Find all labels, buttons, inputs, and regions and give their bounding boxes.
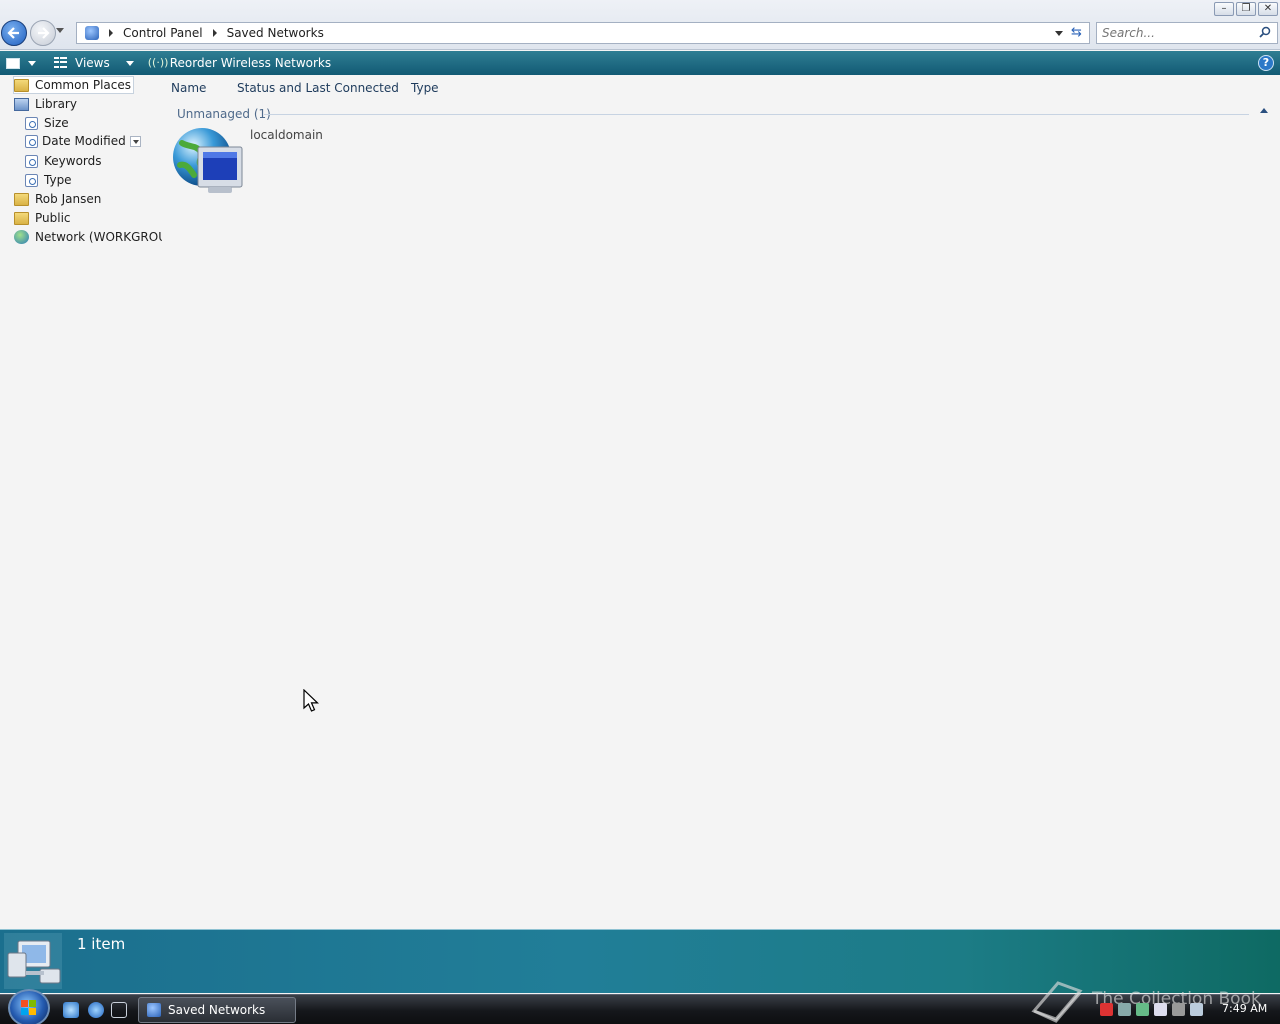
book-icon [1031, 981, 1083, 1023]
nav-item-keywords[interactable]: Keywords [25, 152, 102, 170]
nav-item-type[interactable]: Type [25, 171, 72, 189]
arrow-left-icon [7, 27, 19, 39]
tray-device-icon[interactable] [1154, 1003, 1167, 1016]
nav-item-date-modified[interactable]: Date Modified [25, 132, 141, 150]
recent-pages-dropdown[interactable] [56, 28, 64, 33]
nav-item-label: Rob Jansen [35, 192, 102, 206]
wireless-icon: ((·)) [147, 56, 169, 69]
quick-launch-browser-icon[interactable] [63, 1002, 79, 1018]
windows-logo-icon [21, 1000, 36, 1015]
nav-item-label: Keywords [44, 154, 102, 168]
clock[interactable]: 7:49 AM [1222, 1002, 1267, 1015]
folder-icon [14, 192, 29, 206]
layout-icon [6, 57, 20, 69]
nav-item-rob-jansen[interactable]: Rob Jansen [14, 190, 101, 208]
start-button[interactable] [8, 989, 50, 1024]
title-bar: – ❐ ✕ Control Panel Saved Networks ⇆ [0, 0, 1280, 50]
address-bar[interactable]: Control Panel Saved Networks ⇆ [76, 22, 1090, 44]
search-input[interactable] [1097, 23, 1247, 43]
search-box[interactable] [1096, 22, 1278, 44]
collapse-group-icon[interactable] [1260, 108, 1268, 113]
views-icon [54, 57, 68, 69]
nav-item-public[interactable]: Public [14, 209, 71, 227]
nav-item-label: Size [44, 116, 69, 130]
nav-item-label: Network (WORKGROUP [35, 230, 175, 244]
reorder-label: Reorder Wireless Networks [169, 56, 332, 70]
refresh-icon[interactable]: ⇆ [1071, 26, 1085, 40]
navigation-pane: Common Places Library Size Date Modified… [0, 75, 174, 929]
taskbar-button-saved-networks[interactable]: Saved Networks [138, 997, 296, 1023]
chevron-down-icon [28, 60, 36, 66]
task-label: Saved Networks [168, 1003, 266, 1017]
network-name: localdomain [250, 128, 323, 142]
network-globe-icon [173, 128, 243, 193]
arrow-right-icon [38, 27, 50, 39]
nav-item-network[interactable]: Network (WORKGROUP [14, 228, 174, 246]
back-button[interactable] [1, 20, 27, 46]
network-status-icon[interactable] [1190, 1003, 1203, 1016]
folder-icon [14, 211, 29, 225]
file-list: Name Status and Last Connected Type Unma… [162, 75, 1280, 929]
tray-network-icon[interactable] [1136, 1003, 1149, 1016]
nav-item-label: Common Places [35, 78, 132, 92]
chevron-down-icon[interactable] [129, 135, 141, 147]
column-header-type[interactable]: Type [411, 81, 439, 95]
nav-item-common-places[interactable]: Common Places [13, 76, 135, 94]
nav-item-label: Type [44, 173, 72, 187]
address-dropdown-icon[interactable] [1055, 31, 1063, 36]
close-button[interactable]: ✕ [1258, 2, 1278, 16]
nav-item-label: Library [35, 97, 77, 111]
command-bar: Views ((·)) Reorder Wireless Networks ? [0, 51, 1280, 75]
chevron-right-icon[interactable] [109, 29, 113, 37]
tray-app-icon[interactable] [1118, 1003, 1131, 1016]
security-icon[interactable] [1100, 1003, 1113, 1016]
search-folder-icon [25, 173, 38, 187]
window-controls: – ❐ ✕ [1214, 2, 1278, 16]
reorder-wireless-networks-button[interactable]: ((·)) Reorder Wireless Networks [148, 56, 331, 70]
internet-explorer-icon[interactable] [88, 1002, 104, 1018]
chevron-right-icon[interactable] [212, 29, 217, 37]
computer-network-icon [4, 933, 62, 989]
group-divider [264, 114, 1249, 115]
column-header-status[interactable]: Status and Last Connected [237, 81, 399, 95]
search-folder-icon [25, 116, 38, 130]
minimize-button[interactable]: – [1214, 2, 1234, 16]
search-icon[interactable] [1259, 26, 1271, 38]
nav-item-library[interactable]: Library [14, 95, 77, 113]
nav-item-size[interactable]: Size [25, 114, 69, 132]
control-panel-icon [85, 26, 99, 40]
folder-icon [14, 78, 29, 92]
switch-windows-icon[interactable] [111, 1002, 127, 1018]
organize-button[interactable] [6, 57, 36, 69]
forward-button[interactable] [30, 20, 56, 46]
maximize-button[interactable]: ❐ [1236, 2, 1256, 16]
views-button[interactable]: Views [54, 56, 134, 70]
nav-item-label: Public [35, 211, 71, 225]
list-item[interactable]: localdomain [172, 125, 332, 203]
chevron-down-icon[interactable] [125, 60, 134, 66]
views-label: Views [75, 56, 110, 70]
system-tray [1100, 1003, 1203, 1016]
network-icon [14, 230, 29, 244]
breadcrumb-saved-networks[interactable]: Saved Networks [227, 26, 324, 40]
taskbar: Saved Networks The Collection Book 7:49 … [0, 981, 1280, 1024]
item-count: 1 item [77, 935, 126, 953]
mouse-cursor-icon [303, 689, 319, 712]
group-header[interactable]: Unmanaged (1) [177, 107, 271, 121]
search-folder-icon [25, 134, 38, 148]
volume-icon[interactable] [1172, 1003, 1185, 1016]
search-folder-icon [25, 154, 38, 168]
saved-networks-icon [147, 1003, 161, 1017]
library-icon [14, 97, 29, 111]
column-header-name[interactable]: Name [171, 81, 206, 95]
breadcrumb-control-panel[interactable]: Control Panel [123, 26, 203, 40]
nav-item-label: Date Modified [42, 134, 126, 148]
watermark: The Collection Book [1028, 977, 1268, 1024]
help-icon[interactable]: ? [1258, 55, 1274, 71]
